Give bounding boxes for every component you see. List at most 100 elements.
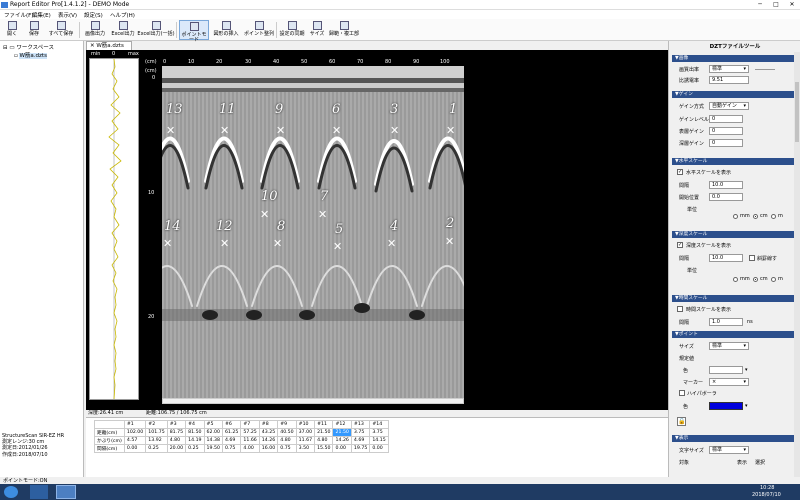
x-tick: 30 bbox=[245, 59, 252, 65]
save-button[interactable]: 保存 bbox=[24, 20, 44, 40]
x-axis-unit: (cm) bbox=[145, 59, 157, 65]
marker-x[interactable]: ✕ bbox=[318, 209, 327, 220]
section-image[interactable]: ▼画像 bbox=[672, 55, 794, 62]
marker-x[interactable]: ✕ bbox=[446, 125, 455, 136]
image-mode-select[interactable]: 標準 ▾ bbox=[709, 65, 749, 73]
rebar-tool-button[interactable]: 歸範・複工部 bbox=[328, 20, 360, 40]
highlight-checkbox[interactable] bbox=[679, 390, 685, 396]
deep-gain-input[interactable]: 0 bbox=[709, 139, 743, 147]
vunit-m-radio[interactable] bbox=[771, 277, 776, 282]
quality-slider[interactable] bbox=[755, 69, 775, 70]
sync-settings-button[interactable]: 設定の同期 bbox=[278, 20, 306, 40]
hunit-m-radio[interactable] bbox=[771, 214, 776, 219]
tscale-interval-input[interactable]: 1.0 bbox=[709, 318, 743, 326]
image-export-button[interactable]: 画像出力 bbox=[82, 20, 108, 40]
chevron-down-icon[interactable]: ▾ bbox=[745, 367, 748, 373]
highlight-color-swatch[interactable] bbox=[709, 402, 743, 410]
hscale-checkbox[interactable]: ✓ bbox=[677, 169, 683, 175]
section-hscale[interactable]: ▼水平スケール bbox=[672, 158, 794, 165]
hunit-mm-radio[interactable] bbox=[733, 214, 738, 219]
marker-label: 3 bbox=[390, 102, 399, 117]
section-point[interactable]: ▼ポイント bbox=[672, 331, 794, 338]
tree-workspace[interactable]: ⊟ ▭ ワークスペース bbox=[3, 43, 54, 51]
menu-help[interactable]: ヘルプ(H) bbox=[110, 11, 135, 19]
hunit-cm-radio[interactable] bbox=[753, 214, 758, 219]
menu-view[interactable]: 表示(V) bbox=[58, 11, 77, 19]
vscale-interval-input[interactable]: 10.0 bbox=[709, 254, 743, 262]
marker-x[interactable]: ✕ bbox=[273, 238, 282, 249]
marker-x[interactable]: ✕ bbox=[332, 125, 341, 136]
hscale-interval-input[interactable]: 10.0 bbox=[709, 181, 743, 189]
table-row[interactable]: 間隔(cm) 0.00 0.25 20.00 0.25 19.50 0.75 4.00 16.0… bbox=[94, 444, 389, 453]
marker-x[interactable]: ✕ bbox=[387, 238, 396, 249]
app-taskbar-icon[interactable] bbox=[56, 485, 76, 499]
right-panel-scrollbar[interactable] bbox=[794, 52, 800, 488]
open-button[interactable]: 開く bbox=[2, 20, 22, 40]
menu-file[interactable]: ファイル(F) bbox=[4, 11, 33, 19]
marker-x[interactable]: ✕ bbox=[220, 125, 229, 136]
chevron-down-icon: ▾ bbox=[743, 447, 746, 453]
negative-checkbox[interactable] bbox=[749, 255, 755, 261]
section-gain[interactable]: ▼ゲイン bbox=[672, 91, 794, 98]
marker-x[interactable]: ✕ bbox=[276, 125, 285, 136]
workspace-panel: ⊟ ▭ ワークスペース ▫ W筋a.dzts StructureScan SIR… bbox=[0, 41, 84, 490]
marker-x[interactable]: ✕ bbox=[445, 236, 454, 247]
chevron-down-icon: ▾ bbox=[743, 379, 746, 385]
pin-icon bbox=[189, 22, 199, 31]
x-tick: 70 bbox=[357, 59, 364, 65]
explorer-icon[interactable] bbox=[30, 485, 48, 499]
size-button[interactable]: サイズ bbox=[308, 20, 326, 40]
marker-x[interactable]: ✕ bbox=[163, 238, 172, 249]
radargram-image[interactable] bbox=[162, 66, 464, 398]
tree-file[interactable]: ▫ W筋a.dzts bbox=[14, 51, 47, 59]
x-tick: 50 bbox=[301, 59, 308, 65]
vunit-cm-radio[interactable] bbox=[753, 277, 758, 282]
point-mode-button[interactable]: ポイントモード bbox=[179, 20, 209, 43]
section-label[interactable]: ▼表示 bbox=[672, 435, 794, 442]
vunit-mm-radio[interactable] bbox=[733, 277, 738, 282]
section-tscale[interactable]: ▼時間スケール bbox=[672, 295, 794, 302]
gain-level-input[interactable]: 0 bbox=[709, 115, 743, 123]
vscale-checkbox[interactable]: ✓ bbox=[677, 242, 683, 248]
surface-gain-input[interactable]: 0 bbox=[709, 127, 743, 135]
marker-x[interactable]: ✕ bbox=[333, 241, 342, 252]
save-all-button[interactable]: すべて保存 bbox=[46, 20, 76, 40]
point-size-select[interactable]: 標準 ▾ bbox=[709, 342, 749, 350]
table-row[interactable]: 距離(cm) 102.00 101.75 81.75 81.50 62.00 61.25 57… bbox=[94, 428, 389, 437]
window-title: Report Editor Pro[1.4.1.2] - DEMO Mode bbox=[10, 1, 130, 8]
menu-edit[interactable]: 編集(E) bbox=[32, 11, 51, 19]
chevron-down-icon[interactable]: ▾ bbox=[745, 403, 748, 409]
start-button[interactable] bbox=[4, 486, 18, 498]
marker-select[interactable]: × ▾ bbox=[709, 378, 749, 386]
taskbar: 10:28 2018/07/10 bbox=[0, 484, 800, 500]
excel-batch-export-button[interactable]: Excel出力(一括) bbox=[137, 20, 175, 40]
lock-icon[interactable]: 🔒 bbox=[677, 417, 686, 426]
marker-x[interactable]: ✕ bbox=[166, 125, 175, 136]
menu-settings[interactable]: 設定(S) bbox=[84, 11, 103, 19]
marker-x[interactable]: ✕ bbox=[390, 125, 399, 136]
maximize-button[interactable]: □ bbox=[768, 0, 784, 9]
chevron-down-icon: ▾ bbox=[743, 343, 746, 349]
close-button[interactable]: ✕ bbox=[784, 0, 800, 9]
points-table: #1 #2 #3 #4 #5 #6 #7 #8 #9 #10 #11 #12 #13 #14 距離(cm)… bbox=[94, 420, 389, 453]
font-size-select[interactable]: 標準 ▾ bbox=[709, 446, 749, 454]
insert-shape-button[interactable]: 図形の挿入 bbox=[211, 20, 241, 40]
excel-export-button[interactable]: Excel出力 bbox=[110, 20, 136, 40]
chevron-down-icon: ▾ bbox=[743, 103, 746, 109]
table-row[interactable]: かぶり(cm) 4.57 13.92 4.80 14.19 14.38 4.69 11.66 1… bbox=[94, 436, 389, 445]
marker-label: 13 bbox=[166, 102, 183, 117]
marker-x[interactable]: ✕ bbox=[220, 238, 229, 249]
depth-readout: 深度:26.41 cm bbox=[88, 410, 124, 416]
marker-x[interactable]: ✕ bbox=[260, 209, 269, 220]
section-vscale[interactable]: ▼深度スケール bbox=[672, 231, 794, 238]
minimize-button[interactable]: ─ bbox=[752, 0, 768, 9]
align-points-button[interactable]: ポイント整列 bbox=[243, 20, 275, 40]
point-color-swatch[interactable] bbox=[709, 366, 743, 374]
horizontal-scrollbar[interactable] bbox=[162, 398, 464, 404]
gain-mode-select[interactable]: 自動ゲイン ▾ bbox=[709, 102, 749, 110]
document-tab[interactable]: ✕ W筋a.dzts bbox=[86, 41, 132, 50]
hscale-start-input[interactable]: 0.0 bbox=[709, 193, 743, 201]
permittivity-input[interactable]: 9.51 bbox=[709, 76, 749, 84]
marker-label: 5 bbox=[335, 222, 344, 237]
tscale-checkbox[interactable] bbox=[677, 306, 683, 312]
